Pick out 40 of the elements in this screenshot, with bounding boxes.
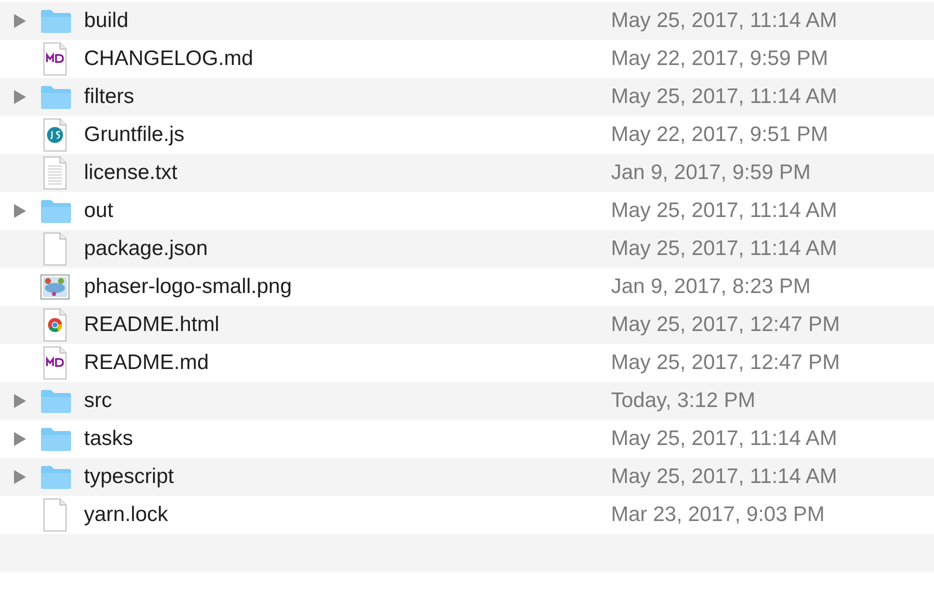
collapsed-triangle-icon[interactable] — [13, 90, 27, 104]
file-name: package.json — [84, 237, 209, 261]
date-modified: May 25, 2017, 11:14 AM — [611, 427, 838, 451]
file-name: tasks — [84, 427, 134, 451]
date-modified: May 25, 2017, 11:14 AM — [611, 199, 838, 223]
date-modified: May 25, 2017, 12:47 PM — [611, 351, 840, 375]
date-modified: May 25, 2017, 11:14 AM — [611, 9, 838, 33]
folder-icon — [40, 198, 72, 224]
file-name: README.md — [84, 351, 210, 375]
collapsed-triangle-icon[interactable] — [13, 204, 27, 218]
folder-icon — [40, 426, 72, 452]
date-modified: May 22, 2017, 9:51 PM — [611, 123, 828, 147]
date-modified: Jan 9, 2017, 8:23 PM — [611, 275, 811, 299]
file-name: Gruntfile.js — [84, 123, 186, 147]
file-name: CHANGELOG.md — [84, 47, 254, 71]
date-modified: Jan 9, 2017, 9:59 PM — [611, 161, 811, 185]
date-modified: Today, 3:12 PM — [611, 389, 756, 413]
file-name: typescript — [84, 465, 175, 489]
folder-icon — [40, 388, 72, 414]
date-modified: May 25, 2017, 11:14 AM — [611, 465, 838, 489]
folder-icon — [40, 8, 72, 34]
file-name: phaser-logo-small.png — [84, 275, 293, 299]
file-name: yarn.lock — [84, 503, 170, 527]
file-name: out — [84, 199, 114, 223]
date-modified: May 25, 2017, 11:14 AM — [611, 85, 838, 109]
collapsed-triangle-icon[interactable] — [13, 14, 27, 28]
date-modified: Mar 23, 2017, 9:03 PM — [611, 503, 825, 527]
file-name: filters — [84, 85, 136, 109]
folder-icon — [40, 84, 72, 110]
date-modified: May 25, 2017, 12:47 PM — [611, 313, 840, 337]
date-modified: May 22, 2017, 9:59 PM — [611, 47, 828, 71]
file-name: README.html — [84, 313, 220, 337]
collapsed-triangle-icon[interactable] — [13, 432, 27, 446]
file-name: src — [84, 389, 113, 413]
date-modified: May 25, 2017, 11:14 AM — [611, 237, 838, 261]
file-name: build — [84, 9, 130, 33]
collapsed-triangle-icon[interactable] — [13, 470, 27, 484]
folder-icon — [40, 464, 72, 490]
collapsed-triangle-icon[interactable] — [13, 394, 27, 408]
file-name: license.txt — [84, 161, 178, 185]
